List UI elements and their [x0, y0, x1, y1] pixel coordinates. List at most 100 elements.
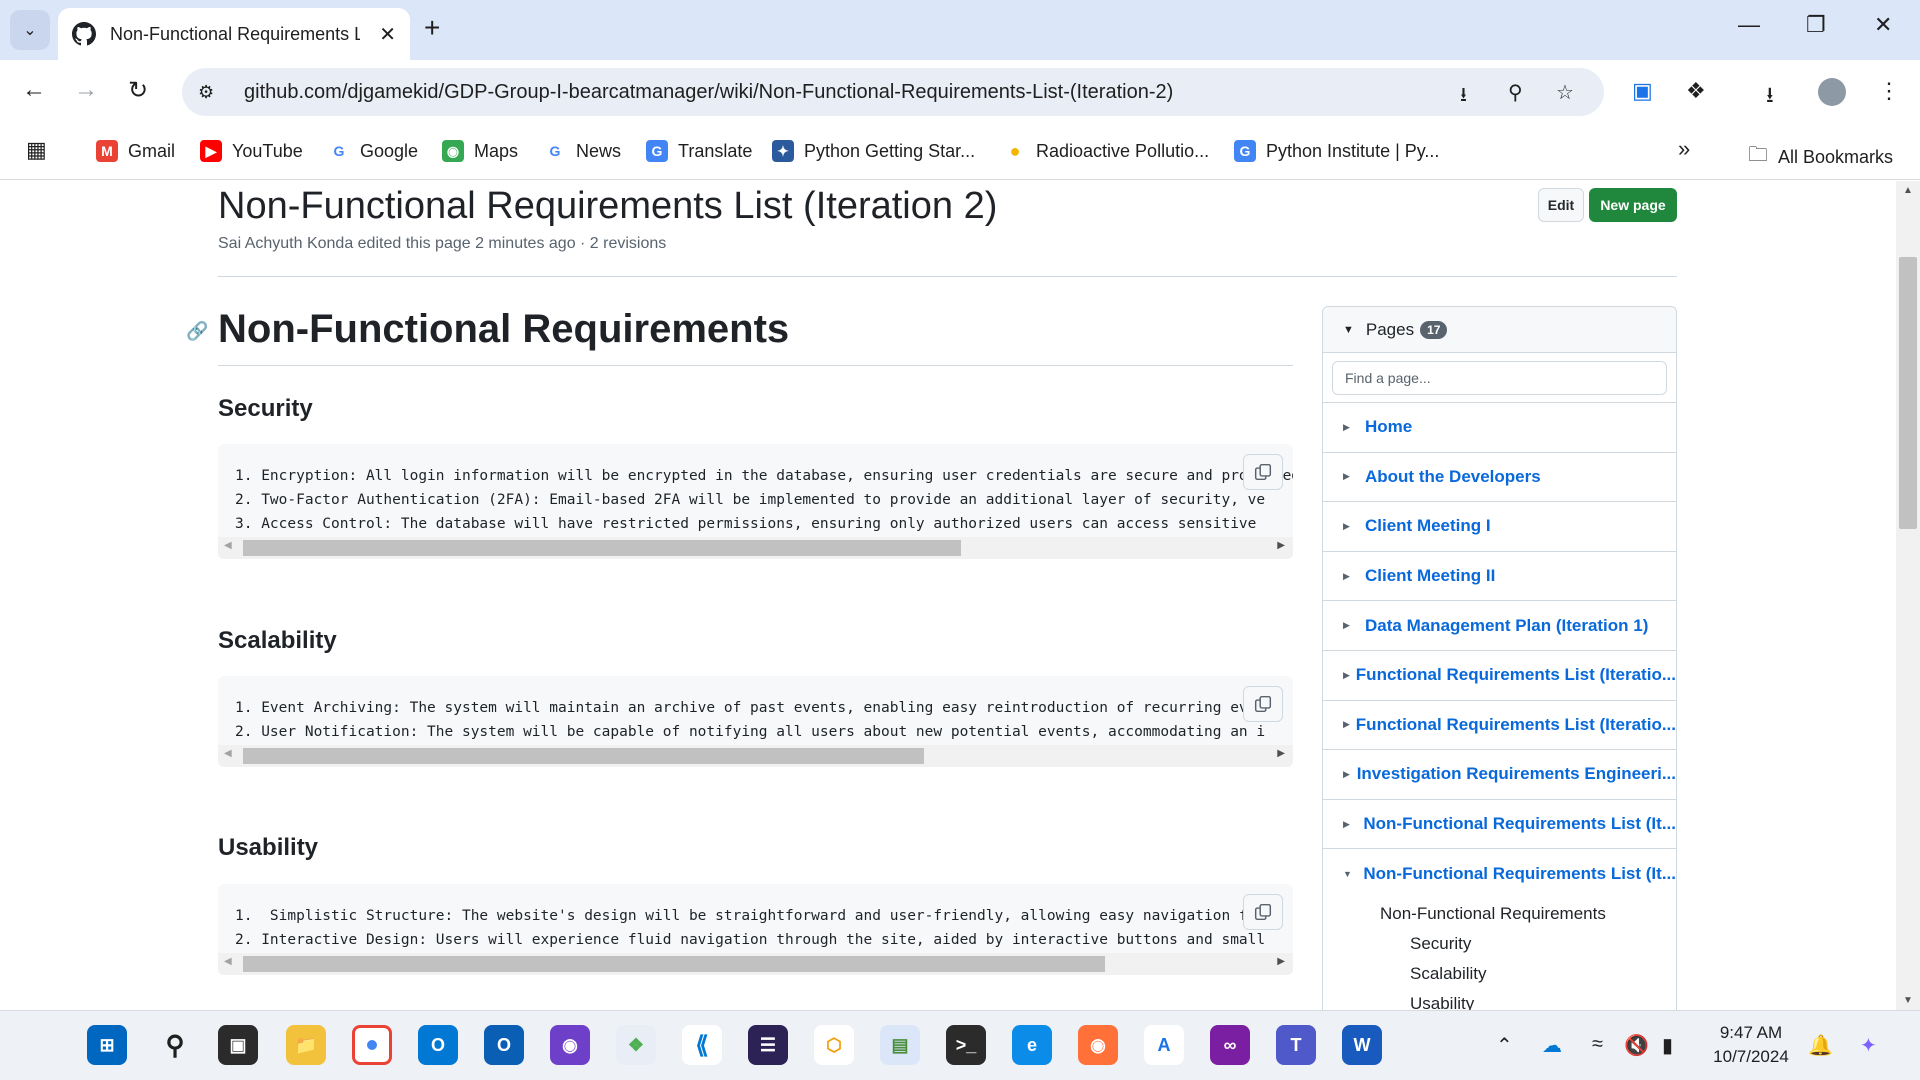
bookmark-gmail[interactable]: M Gmail [96, 140, 175, 162]
outlook-icon[interactable]: O [418, 1025, 458, 1065]
more-bookmarks-icon[interactable]: » [1678, 136, 1690, 162]
bookmark-translate[interactable]: G Translate [646, 140, 752, 162]
address-bar[interactable]: ⚙ github.com/djgamekid/GDP-Group-I-bearc… [182, 68, 1604, 116]
caret-right-icon[interactable]: ▶ [1343, 471, 1365, 482]
teams-icon[interactable]: T [1276, 1025, 1316, 1065]
caret-right-icon[interactable]: ▶ [1343, 422, 1365, 433]
terminal-icon[interactable]: >_ [946, 1025, 986, 1065]
site-info-icon[interactable]: ⚙ [198, 82, 222, 103]
caret-right-icon[interactable]: ▶ [1343, 719, 1356, 730]
scroll-down-icon[interactable]: ▼ [1903, 995, 1913, 1006]
bookmark-python-getting-started[interactable]: ✦ Python Getting Star... [772, 140, 975, 162]
battery-icon[interactable]: ▮ [1662, 1033, 1673, 1058]
scroll-left-icon[interactable]: ◀ [224, 748, 232, 759]
onedrive-icon[interactable]: ☁ [1542, 1033, 1562, 1058]
vscode-icon[interactable]: ⟪ [682, 1025, 722, 1065]
active-tab[interactable]: Non-Functional Requirements L ✕ [58, 8, 410, 60]
scroll-up-icon[interactable]: ▲ [1903, 185, 1913, 196]
anchor-link-icon[interactable]: 🔗 [186, 321, 208, 342]
edge-icon[interactable]: e [1012, 1025, 1052, 1065]
forward-icon[interactable]: → [74, 76, 98, 104]
profile-avatar[interactable] [1818, 78, 1846, 106]
menu-icon[interactable]: ⋮ [1878, 78, 1900, 104]
sidebar-item-home[interactable]: ▶ Home [1323, 403, 1676, 453]
clock[interactable]: 9:47 AM 10/7/2024 [1706, 1021, 1796, 1069]
app-icon[interactable]: ❖ [616, 1025, 656, 1065]
pages-header[interactable]: ▼ Pages 17 [1323, 307, 1676, 353]
sidebar-item-client-meeting-1[interactable]: ▶ Client Meeting I [1323, 502, 1676, 552]
edit-button[interactable]: Edit [1538, 188, 1584, 222]
copilot-icon[interactable]: ✦ [1860, 1033, 1877, 1058]
url-text[interactable]: github.com/djgamekid/GDP-Group-I-bearcat… [244, 81, 1173, 104]
minimize-icon[interactable]: — [1738, 12, 1760, 38]
install-app-icon[interactable]: ⭳ [1460, 80, 1467, 114]
file-explorer-icon[interactable]: 📁 [286, 1025, 326, 1065]
downloads-icon[interactable]: ⭳ [1766, 78, 1774, 116]
outlook-new-icon[interactable]: O [484, 1025, 524, 1065]
sidebar-item-functional-requirements-2[interactable]: ▶ Functional Requirements List (Iteratio.… [1323, 701, 1676, 751]
sidebar-item-non-functional-requirements-2[interactable]: ▼ Non-Functional Requirements List (It... [1323, 849, 1676, 899]
toc-item-non-functional-requirements[interactable]: Non-Functional Requirements [1323, 899, 1676, 929]
caret-right-icon[interactable]: ▶ [1343, 819, 1363, 830]
scrollbar-thumb[interactable] [243, 956, 1105, 972]
scrollbar-thumb[interactable] [243, 748, 924, 764]
scroll-right-icon[interactable]: ▶ [1277, 540, 1285, 551]
page-scrollbar[interactable]: ▲ ▼ [1896, 181, 1920, 1010]
eclipse-icon[interactable]: ☰ [748, 1025, 788, 1065]
app-a-icon[interactable]: A [1144, 1025, 1184, 1065]
caret-right-icon[interactable]: ▶ [1343, 571, 1365, 582]
horizontal-scrollbar[interactable]: ◀ ▶ [218, 537, 1293, 559]
bookmark-python-institute[interactable]: G Python Institute | Py... [1234, 140, 1439, 162]
caret-down-icon[interactable]: ▼ [1343, 869, 1363, 879]
word-icon[interactable]: W [1342, 1025, 1382, 1065]
toc-item-security[interactable]: Security [1323, 929, 1676, 959]
toc-item-usability[interactable]: Usability [1323, 989, 1676, 1010]
wifi-icon[interactable]: ≈ [1592, 1033, 1603, 1056]
start-icon[interactable]: ⊞ [87, 1025, 127, 1065]
reload-icon[interactable]: ↻ [128, 76, 148, 105]
all-bookmarks[interactable]: 🗀 All Bookmarks [1748, 140, 1893, 174]
zoom-icon[interactable]: ⚲ [1508, 80, 1523, 105]
apps-grid-icon[interactable]: ▦ [26, 137, 47, 163]
bookmark-google[interactable]: G Google [328, 140, 418, 162]
scroll-right-icon[interactable]: ▶ [1277, 748, 1285, 759]
sidebar-item-investigation-requirements[interactable]: ▶ Investigation Requirements Engineeri... [1323, 750, 1676, 800]
tab-search-button[interactable]: ⌄ [10, 10, 50, 50]
close-window-icon[interactable]: ✕ [1874, 12, 1892, 38]
volume-muted-icon[interactable]: 🔇 [1624, 1033, 1649, 1058]
scrollbar-thumb[interactable] [243, 540, 961, 556]
bookmark-youtube[interactable]: ▶ YouTube [200, 140, 303, 162]
caret-right-icon[interactable]: ▶ [1343, 769, 1357, 780]
sidebar-item-non-functional-requirements-1[interactable]: ▶ Non-Functional Requirements List (It... [1323, 800, 1676, 850]
sidebar-item-about-developers[interactable]: ▶ About the Developers [1323, 453, 1676, 503]
restore-icon[interactable]: ❐ [1806, 12, 1826, 38]
chevron-up-icon[interactable]: ⌃ [1496, 1033, 1513, 1058]
chrome-icon[interactable] [352, 1025, 392, 1065]
find-page-input[interactable] [1332, 361, 1667, 395]
horizontal-scrollbar[interactable]: ◀ ▶ [218, 745, 1293, 767]
bookmark-maps[interactable]: ◉ Maps [442, 140, 518, 162]
sidebar-item-client-meeting-2[interactable]: ▶ Client Meeting II [1323, 552, 1676, 602]
bookmark-radioactive[interactable]: ● Radioactive Pollutio... [1004, 140, 1209, 162]
scroll-left-icon[interactable]: ◀ [224, 540, 232, 551]
back-icon[interactable]: ← [22, 76, 46, 104]
close-tab-icon[interactable]: ✕ [379, 22, 396, 47]
search-icon[interactable]: ⚲ [155, 1025, 195, 1065]
app-hexagon-icon[interactable]: ⬡ [814, 1025, 854, 1065]
firefox-icon[interactable]: ◉ [1078, 1025, 1118, 1065]
notification-bell-icon[interactable]: 🔔 [1808, 1033, 1833, 1058]
toc-item-scalability[interactable]: Scalability [1323, 959, 1676, 989]
caret-right-icon[interactable]: ▶ [1343, 620, 1365, 631]
copy-button[interactable] [1243, 894, 1283, 930]
app-loop-icon[interactable]: ∞ [1210, 1025, 1250, 1065]
bookmark-news[interactable]: G News [544, 140, 621, 162]
new-tab-button[interactable]: + [424, 12, 440, 44]
caret-right-icon[interactable]: ▶ [1343, 521, 1365, 532]
new-page-button[interactable]: New page [1589, 188, 1677, 222]
extensions-icon[interactable]: ❖ [1686, 78, 1706, 104]
copy-button[interactable] [1243, 454, 1283, 490]
bookmark-star-icon[interactable]: ☆ [1556, 80, 1574, 105]
task-view-icon[interactable]: ▣ [218, 1025, 258, 1065]
caret-right-icon[interactable]: ▶ [1343, 670, 1356, 681]
copy-button[interactable] [1243, 686, 1283, 722]
